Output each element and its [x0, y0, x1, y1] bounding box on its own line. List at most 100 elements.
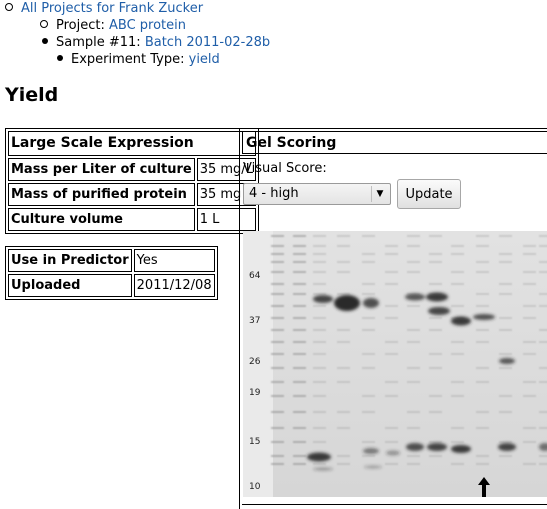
gel-streak [313, 235, 326, 237]
gel-streak [313, 427, 326, 429]
gel-streak [476, 245, 489, 247]
gel-streak [539, 427, 547, 429]
gel-streak [313, 245, 326, 247]
gel-streak [407, 261, 420, 263]
gel-streak [451, 441, 464, 443]
page-title: Yield [5, 84, 59, 106]
gel-streak [429, 441, 442, 443]
gel-streak [407, 245, 420, 247]
gel-streak [407, 235, 420, 237]
gel-streak [499, 283, 512, 285]
gel-streak [271, 395, 284, 397]
gel-streak [271, 353, 284, 355]
gel-streak [539, 367, 547, 369]
sample-link[interactable]: Batch 2011-02-28b [145, 35, 270, 50]
gel-streak [523, 341, 536, 343]
gel-streak [337, 367, 350, 369]
gel-streak [407, 367, 420, 369]
gel-streak [313, 341, 326, 343]
gel-streak [337, 341, 350, 343]
update-button[interactable]: Update [397, 179, 461, 209]
gel-streak [523, 305, 536, 307]
gel-streak [293, 293, 306, 295]
gel-band [406, 443, 424, 451]
gel-streak [476, 455, 489, 457]
gel-streak [385, 341, 398, 343]
gel-streak [362, 367, 375, 369]
expression-table-header: Large Scale Expression [8, 131, 256, 156]
gel-streak [271, 455, 284, 457]
gel-band [386, 450, 400, 456]
gel-streak [451, 283, 464, 285]
row-label: Uploaded [8, 274, 132, 297]
row-label: Mass per Liter of culture [8, 158, 195, 181]
breadcrumb-item-sample: Sample #11: Batch 2011-02-28b [42, 34, 270, 51]
gel-streak [539, 341, 547, 343]
gel-band [363, 298, 379, 308]
gel-streak [499, 367, 512, 369]
row-label: Mass of purified protein [8, 183, 195, 206]
gel-band [428, 307, 450, 315]
gel-streak [337, 381, 350, 383]
gel-streak [499, 353, 512, 355]
gel-streak [499, 317, 512, 319]
gel-streak [499, 253, 512, 255]
row-label: Culture volume [8, 208, 195, 231]
gel-streak [293, 395, 306, 397]
gel-scoring-panel: Gel Scoring Visual Score: 4 - high ▼ Upd… [239, 128, 547, 509]
gel-streak [337, 261, 350, 263]
breadcrumb-item-project: Project: ABC protein [40, 17, 186, 34]
all-projects-link[interactable]: All Projects for Frank Zucker [21, 1, 203, 16]
gel-streak [313, 463, 326, 465]
gel-background [243, 231, 547, 497]
gel-streak [313, 261, 326, 263]
project-link[interactable]: ABC protein [109, 18, 186, 33]
gel-streak [476, 411, 489, 413]
gel-streak [337, 329, 350, 331]
gel-band [405, 293, 425, 301]
table-row: Uploaded 2011/12/08 [8, 274, 215, 297]
gel-streak [271, 367, 284, 369]
row-value: 2011/12/08 [133, 274, 215, 297]
marker-label: 15 [249, 437, 260, 447]
predictor-table: Use in Predictor Yes Uploaded 2011/12/08 [5, 246, 218, 300]
gel-streak [451, 353, 464, 355]
gel-streak [407, 427, 420, 429]
gel-streak [385, 381, 398, 383]
gel-streak [385, 395, 398, 397]
visual-score-select[interactable]: 4 - high ▼ [243, 183, 391, 205]
gel-streak [429, 253, 442, 255]
gel-streak [476, 367, 489, 369]
gel-streak [293, 245, 306, 247]
breadcrumb-item-all-projects: All Projects for Frank Zucker [5, 0, 203, 17]
gel-streak [337, 427, 350, 429]
gel-streak [429, 367, 442, 369]
disc-bullet-icon [57, 55, 63, 61]
experiment-type-link[interactable]: yield [189, 52, 220, 67]
gel-streak [293, 317, 306, 319]
marker-label: 19 [249, 388, 261, 398]
gel-streak [385, 427, 398, 429]
row-value: Yes [133, 249, 215, 272]
gel-streak [429, 283, 442, 285]
gel-streak [362, 253, 375, 255]
gel-streak [451, 463, 464, 465]
gel-streak [523, 427, 536, 429]
gel-streak [476, 235, 489, 237]
gel-streak [476, 305, 489, 307]
gel-image: 64 37 26 19 15 10 [243, 231, 547, 497]
gel-streak [451, 395, 464, 397]
gel-streak [429, 455, 442, 457]
gel-streak [313, 367, 326, 369]
gel-streak [271, 441, 284, 443]
gel-streak [539, 235, 547, 237]
gel-streak [539, 293, 547, 295]
gel-streak [407, 455, 420, 457]
gel-streak [499, 261, 512, 263]
gel-streak [499, 441, 512, 443]
gel-streak [407, 329, 420, 331]
gel-streak [337, 271, 350, 273]
gel-streak [539, 381, 547, 383]
gel-streak [476, 463, 489, 465]
gel-streak [385, 271, 398, 273]
